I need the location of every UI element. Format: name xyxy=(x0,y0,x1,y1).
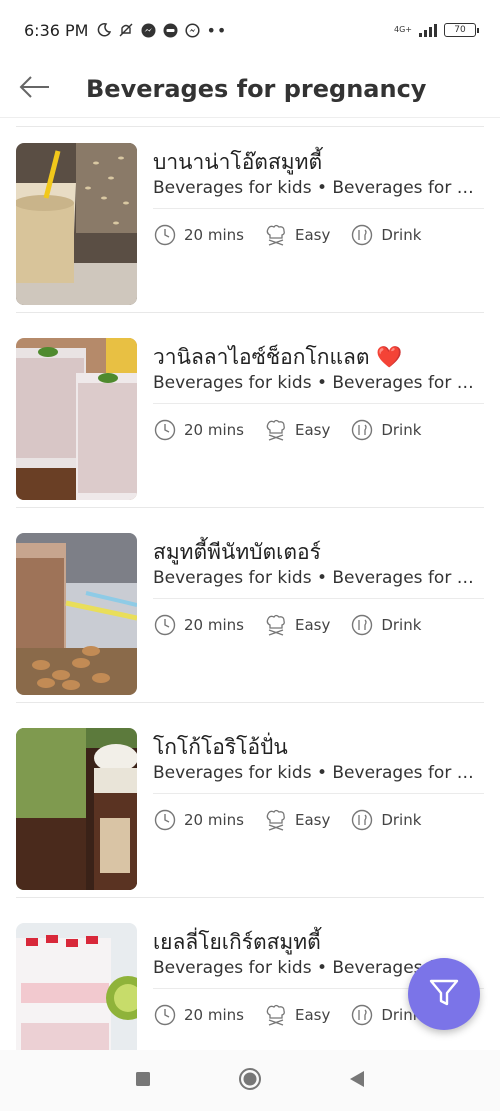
meta-difficulty: Easy xyxy=(264,223,330,247)
recipe-meta: 20 mins Easy Drink xyxy=(153,222,441,248)
arrow-left-icon xyxy=(19,75,51,102)
meta-difficulty: Easy xyxy=(264,808,330,832)
meta-difficulty: Easy xyxy=(264,613,330,637)
recipe-card[interactable]: สมูทตี้พีนัทบัตเตอร์ Beverages for kids … xyxy=(0,508,500,703)
chef-hat-icon xyxy=(264,418,288,442)
recipe-category: Beverages for kids • Beverages for breas… xyxy=(153,568,483,588)
mute-icon xyxy=(118,22,134,38)
clock-icon xyxy=(153,613,177,637)
recents-square-icon xyxy=(135,1071,151,1091)
signal-icon xyxy=(418,22,438,38)
chef-hat-icon xyxy=(264,223,288,247)
meta-type: Drink xyxy=(350,613,421,637)
page-title: Beverages for pregnancy xyxy=(86,74,427,103)
network-type: 4G+ xyxy=(394,25,412,34)
back-triangle-icon xyxy=(348,1070,366,1092)
battery-icon: 70 xyxy=(444,23,479,37)
meta-time: 20 mins xyxy=(153,418,244,442)
utensils-icon xyxy=(350,808,374,832)
meta-time-text: 20 mins xyxy=(184,421,244,439)
vanilla-ice-chocolate-photo xyxy=(16,338,137,500)
recipe-meta: 20 mins Easy Drink xyxy=(153,807,441,833)
status-bar: 6:36 PM •• 4G+ 70 xyxy=(0,0,500,60)
meta-time-text: 20 mins xyxy=(184,1006,244,1024)
moon-icon xyxy=(96,22,112,38)
meta-time: 20 mins xyxy=(153,223,244,247)
meta-difficulty-text: Easy xyxy=(294,421,331,439)
battery-level: 70 xyxy=(454,25,466,35)
meta-time: 20 mins xyxy=(153,613,244,637)
chef-hat-icon xyxy=(264,808,288,832)
recipe-category: Beverages for kids • Beverages for breas… xyxy=(153,373,483,393)
banana-oat-smoothie-photo xyxy=(16,143,137,305)
messenger-icon xyxy=(140,22,156,38)
utensils-icon xyxy=(350,418,374,442)
meta-time-text: 20 mins xyxy=(184,811,244,829)
utensils-icon xyxy=(350,613,374,637)
recipe-meta: 20 mins Easy Drink xyxy=(153,1002,441,1028)
recipe-list[interactable]: บานาน่าโอ๊ตสมูทตี้ Beverages for kids • … xyxy=(0,118,500,1050)
divider xyxy=(153,598,484,599)
recipe-meta: 20 mins Easy Drink xyxy=(153,417,441,443)
meta-time-text: 20 mins xyxy=(184,616,244,634)
meta-type-text: Drink xyxy=(381,226,422,244)
messenger-alt-icon xyxy=(184,22,200,38)
recents-button[interactable] xyxy=(123,1061,163,1101)
meta-difficulty: Easy xyxy=(264,418,330,442)
meta-time: 20 mins xyxy=(153,1003,244,1027)
back-button[interactable] xyxy=(0,60,70,118)
meta-type-text: Drink xyxy=(381,811,422,829)
divider xyxy=(153,793,484,794)
utensils-icon xyxy=(350,223,374,247)
recipe-category: Beverages for kids • Beverages for breas… xyxy=(153,178,483,198)
chef-hat-icon xyxy=(264,613,288,637)
meta-type: Drink xyxy=(350,418,421,442)
meta-type-text: Drink xyxy=(381,421,422,439)
utensils-icon xyxy=(350,1003,374,1027)
recipe-card[interactable]: โกโก้โอริโอ้ปั่น Beverages for kids • Be… xyxy=(0,703,500,898)
recipe-card[interactable]: บานาน่าโอ๊ตสมูทตี้ Beverages for kids • … xyxy=(0,118,500,313)
recipe-title: เยลลี่โยเกิร์ตสมูทตี้ xyxy=(153,930,321,954)
clock-icon xyxy=(153,418,177,442)
meta-type-text: Drink xyxy=(381,616,422,634)
recipe-title: บานาน่าโอ๊ตสมูทตี้ xyxy=(153,150,323,174)
clock-icon xyxy=(153,808,177,832)
meta-difficulty-text: Easy xyxy=(294,811,331,829)
status-time: 6:36 PM xyxy=(24,20,89,40)
cocoa-oreo-frappe-photo xyxy=(16,728,137,890)
filter-button[interactable] xyxy=(408,958,480,1030)
meta-difficulty-text: Easy xyxy=(294,616,331,634)
divider xyxy=(153,208,484,209)
meta-difficulty-text: Easy xyxy=(294,226,331,244)
status-system-icons: 4G+ 70 xyxy=(394,22,479,38)
meta-time: 20 mins xyxy=(153,808,244,832)
jelly-yogurt-smoothie-photo xyxy=(16,923,137,1050)
clock-icon xyxy=(153,223,177,247)
peanut-butter-smoothie-photo xyxy=(16,533,137,695)
recipe-category: Beverages for kids • Beverages for breas… xyxy=(153,763,483,783)
status-notification-icons: •• xyxy=(96,21,227,40)
recipe-card[interactable]: วานิลลาไอซ์ช็อกโกแลต ❤️ Beverages for ki… xyxy=(0,313,500,508)
line-icon xyxy=(162,22,178,38)
home-circle-icon xyxy=(238,1067,262,1095)
system-nav-bar xyxy=(0,1050,500,1111)
meta-difficulty-text: Easy xyxy=(294,1006,331,1024)
recipe-meta: 20 mins Easy Drink xyxy=(153,612,441,638)
chef-hat-icon xyxy=(264,1003,288,1027)
app-header: Beverages for pregnancy xyxy=(0,60,500,118)
recipe-title: โกโก้โอริโอ้ปั่น xyxy=(153,735,288,759)
filter-icon xyxy=(427,975,461,1013)
meta-difficulty: Easy xyxy=(264,1003,330,1027)
recipe-title: วานิลลาไอซ์ช็อกโกแลต ❤️ xyxy=(153,345,403,369)
divider xyxy=(153,403,484,404)
recipe-title: สมูทตี้พีนัทบัตเตอร์ xyxy=(153,540,321,564)
back-nav-button[interactable] xyxy=(337,1061,377,1101)
home-button[interactable] xyxy=(230,1061,270,1101)
clock-icon xyxy=(153,1003,177,1027)
meta-type: Drink xyxy=(350,223,421,247)
meta-type: Drink xyxy=(350,808,421,832)
more-notifications: •• xyxy=(206,20,228,40)
meta-time-text: 20 mins xyxy=(184,226,244,244)
